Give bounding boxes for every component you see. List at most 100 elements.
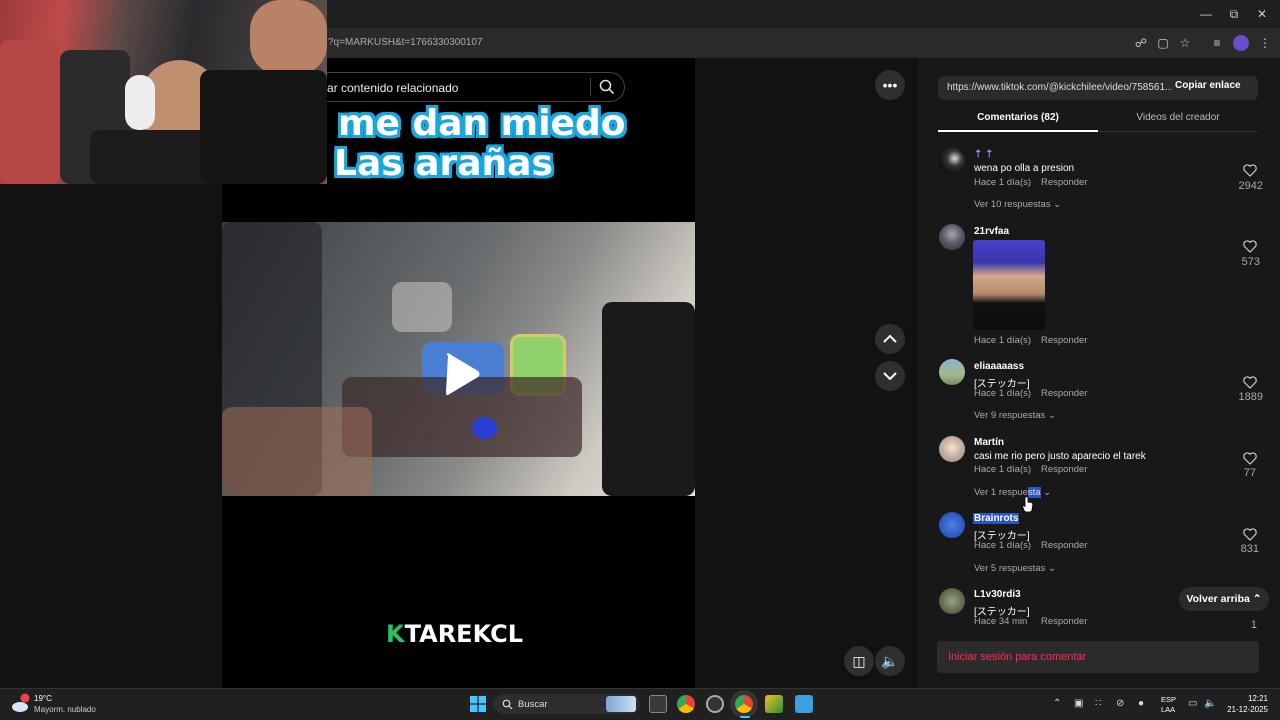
display-icon[interactable]: ▭ (1188, 698, 1197, 709)
active-app-indicator (740, 716, 750, 718)
back-to-top-button[interactable]: Volver arriba ⌃ (1179, 587, 1269, 611)
share-link[interactable]: https://www.tiktok.com/@kickchilee/video… (947, 82, 1172, 93)
comment-time: Hace 1 día(s) (974, 388, 1032, 399)
next-video-button[interactable] (875, 361, 905, 391)
comment-user[interactable]: ⇡ ⇡ (974, 149, 994, 160)
browser-menu-icon[interactable]: ⋮ (1257, 35, 1273, 51)
watermark-k: K (386, 620, 405, 648)
speaker-icon[interactable]: 🔈 (1204, 698, 1216, 709)
profile-icon[interactable] (1233, 35, 1249, 51)
mouse-cursor-icon (1022, 496, 1034, 513)
comment-user[interactable]: eliaaaaass (974, 361, 1024, 372)
search-icon (502, 699, 513, 710)
play-icon[interactable] (442, 352, 482, 396)
reply-button[interactable]: Responder (1041, 335, 1087, 346)
view-replies-label: Ver 9 respuestas (974, 410, 1046, 421)
heart-icon[interactable] (1243, 240, 1257, 253)
weather-desc[interactable]: Mayorm. nublado (34, 705, 96, 714)
taskbar-search-label: Buscar (518, 699, 548, 710)
microphone-icon[interactable]: ● (1138, 698, 1144, 709)
view-replies-button[interactable]: Ver 1 respuesta ⌄ (974, 487, 1051, 498)
chevron-down-icon (883, 372, 897, 381)
chrome-icon[interactable] (677, 695, 695, 713)
comment-user[interactable]: L1v30rdi3 (974, 589, 1021, 600)
like-count: 831 (1240, 543, 1259, 555)
search-highlight-icon (606, 696, 636, 712)
comment-user[interactable]: Brainrots (973, 513, 1020, 524)
avatar[interactable] (939, 224, 965, 250)
more-options-button[interactable]: ••• (875, 70, 905, 100)
view-replies-button[interactable]: Ver 10 respuestas ⌄ (974, 199, 1061, 210)
chevron-up-icon (883, 334, 897, 343)
comment-image[interactable] (973, 240, 1045, 330)
search-icon[interactable] (598, 78, 616, 96)
like-count: 77 (1243, 467, 1256, 479)
comment-meta-clip: Hace 34 min Responder 1 (918, 614, 1280, 628)
url-text[interactable]: ?q=MARKUSH&t=1766330300107 (328, 37, 483, 48)
like-count: 1 (1250, 619, 1257, 628)
tab-creator-videos[interactable]: Videos del creador (1098, 112, 1258, 123)
tray-chevron-icon[interactable]: ⌃ (1053, 698, 1061, 709)
close-icon[interactable]: ✕ (1252, 5, 1272, 23)
translate-icon[interactable]: ☍ (1133, 35, 1149, 51)
video-blur (392, 282, 452, 332)
input-layout[interactable]: LAA (1161, 705, 1175, 714)
webcam-wall (0, 40, 60, 184)
webcam-face-2 (250, 0, 327, 75)
heart-icon[interactable] (1243, 528, 1257, 541)
clock-date[interactable]: 21-12-2025 (1222, 705, 1268, 714)
tray-network-icon[interactable]: ⊘ (1116, 698, 1124, 709)
creator-watermark: KTAREKCL (386, 620, 523, 648)
comment-time: Hace 34 min (974, 616, 1028, 627)
view-replies-button[interactable]: Ver 9 respuestas ⌄ (974, 410, 1056, 421)
view-replies-button[interactable]: Ver 5 respuestas ⌄ (974, 563, 1056, 574)
view-replies-label: Ver 5 respuestas (974, 563, 1046, 574)
view-replies-label: Ver 10 respuestas (974, 199, 1051, 210)
comment-time: Hace 1 día(s) (974, 540, 1032, 551)
chrome-active-icon[interactable] (735, 695, 753, 713)
clock-time[interactable]: 12:21 (1240, 694, 1268, 703)
reply-button[interactable]: Responder (1041, 177, 1087, 188)
heart-icon[interactable] (1243, 376, 1257, 389)
avatar[interactable] (939, 148, 965, 174)
notepad-icon[interactable] (795, 695, 813, 713)
comment-user[interactable]: 21rvfaa (974, 226, 1009, 237)
reply-button[interactable]: Responder (1041, 540, 1087, 551)
pip-button[interactable]: ◫ (844, 646, 874, 676)
bookmark-star-icon[interactable]: ☆ (1177, 35, 1193, 51)
avatar[interactable] (939, 588, 965, 614)
avatar[interactable] (939, 512, 965, 538)
input-language[interactable]: ESP (1161, 695, 1176, 704)
comment-user[interactable]: Martín (974, 437, 1004, 448)
minimize-icon[interactable]: — (1196, 5, 1216, 23)
heart-icon[interactable] (1243, 452, 1257, 465)
app-icon-2[interactable] (765, 695, 783, 713)
video-person (602, 302, 695, 496)
back-to-top-label: Volver arriba (1186, 593, 1250, 605)
tab-comments[interactable]: Comentarios (82) (938, 112, 1098, 123)
task-view-icon[interactable] (649, 695, 667, 713)
heart-icon[interactable] (1243, 164, 1257, 177)
reply-button[interactable]: Responder (1041, 388, 1087, 399)
webcam-headphones (125, 75, 155, 130)
restore-icon[interactable]: ⧉ (1224, 5, 1244, 23)
avatar[interactable] (939, 436, 965, 462)
install-icon[interactable]: ▢ (1155, 35, 1171, 51)
tray-app-icon[interactable]: ▣ (1074, 698, 1083, 709)
reading-list-icon[interactable]: ≡ (1209, 35, 1225, 51)
tray-grid-icon[interactable]: ∷ (1095, 698, 1101, 709)
app-icon[interactable] (706, 695, 724, 713)
search-divider (590, 78, 591, 96)
weather-cloud-icon[interactable] (10, 692, 32, 714)
volume-button[interactable]: 🔈 (875, 646, 905, 676)
reply-button[interactable]: Responder (1041, 616, 1087, 627)
previous-video-button[interactable] (875, 324, 905, 354)
copy-link-button[interactable]: Copiar enlace (1175, 80, 1241, 91)
login-to-comment[interactable]: Iniciar sesión para comentar (948, 651, 1086, 663)
avatar[interactable] (939, 359, 965, 385)
webcam-jersey (200, 70, 327, 184)
reply-button[interactable]: Responder (1041, 464, 1087, 475)
video-blur-2 (222, 407, 372, 496)
windows-start-icon[interactable] (470, 696, 486, 712)
weather-temp[interactable]: 19°C (34, 694, 52, 703)
